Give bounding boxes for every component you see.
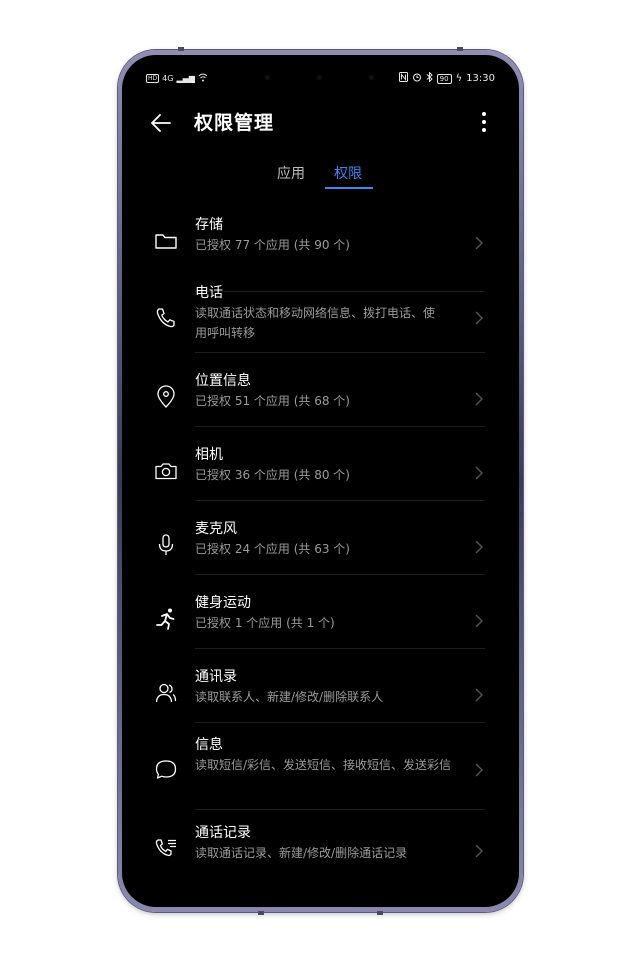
chevron-right-icon [474,235,484,251]
permission-description: 读取通话状态和移动网络信息、拨打电话、使用呼叫转移 [195,306,436,340]
permission-name: 通话记录 [195,825,251,841]
alarm-icon [412,72,422,85]
permission-description: 已授权 77 个应用 (共 90 个) [195,238,350,252]
tab-apps[interactable]: 应用 [277,163,305,185]
permission-row-microphone[interactable]: 麦克风 已授权 24 个应用 (共 63 个) [122,519,519,577]
permission-row-location[interactable]: 位置信息 已授权 51 个应用 (共 68 个) [122,371,519,429]
charging-icon: ϟ [455,73,463,84]
signal-icon: ▂▄▆ [176,74,195,83]
app-bar: 权限管理 [122,105,519,145]
status-bar: HD 4G ▂▄▆ 90 ϟ 13:30 [122,55,519,85]
divider [195,648,485,649]
message-bubble-icon [152,756,180,784]
contacts-icon [152,679,180,707]
folder-icon [152,227,180,255]
divider [195,426,485,427]
chevron-right-icon [474,687,484,703]
camera-icon [152,457,180,485]
permission-row-storage[interactable]: 存储 已授权 77 个应用 (共 90 个) [122,215,519,292]
permission-row-camera[interactable]: 相机 已授权 36 个应用 (共 80 个) [122,445,519,503]
wifi-icon [198,73,208,84]
chevron-right-icon [474,843,484,859]
divider [195,809,485,810]
permission-name: 麦克风 [195,521,237,537]
permission-name: 信息 [195,737,223,753]
chevron-right-icon [474,465,484,481]
tab-bar: 应用 权限 [122,163,519,193]
divider [195,574,485,575]
nfc-icon [398,72,408,85]
tab-indicator [325,187,373,189]
more-options-icon[interactable] [481,112,487,136]
permission-row-messages[interactable]: 信息 读取短信/彩信、发送短信、接收短信、发送彩信 [122,735,519,810]
page-title: 权限管理 [194,112,275,134]
permission-description: 已授权 51 个应用 (共 68 个) [195,394,350,408]
running-person-icon [152,605,180,633]
permission-row-call-log[interactable]: 通话记录 读取通话记录、新建/修改/删除通话记录 [122,823,519,881]
location-pin-icon [152,383,180,411]
permission-row-contacts[interactable]: 通讯录 读取联系人、新建/修改/删除联系人 [122,667,519,725]
permission-description: 读取短信/彩信、发送短信、接收短信、发送彩信 [195,758,452,772]
divider [195,722,485,723]
permission-description: 已授权 24 个应用 (共 63 个) [195,542,350,556]
back-arrow-icon[interactable] [150,105,172,153]
permission-row-fitness[interactable]: 健身运动 已授权 1 个应用 (共 1 个) [122,593,519,651]
permission-name: 位置信息 [195,373,251,389]
permission-description: 已授权 36 个应用 (共 80 个) [195,468,350,482]
permission-name: 相机 [195,447,223,463]
permission-name: 电话 [195,285,223,301]
chevron-right-icon [474,391,484,407]
status-time: 13:30 [466,73,495,84]
permission-name: 通讯录 [195,669,237,685]
permission-description: 已授权 1 个应用 (共 1 个) [195,616,335,630]
divider [195,352,485,353]
bluetooth-icon [426,71,433,85]
hd-badge: HD [146,74,160,83]
chevron-right-icon [474,762,484,778]
network-type: 4G [162,74,174,83]
permission-row-phone[interactable]: 电话 读取通话状态和移动网络信息、拨打电话、使用呼叫转移 [122,283,519,353]
chevron-right-icon [474,539,484,555]
chevron-right-icon [474,613,484,629]
chevron-right-icon [474,310,484,326]
permission-name: 存储 [195,217,223,233]
permission-description: 读取联系人、新建/修改/删除联系人 [195,690,384,704]
phone-icon [152,304,180,332]
permission-description: 读取通话记录、新建/修改/删除通话记录 [195,846,408,860]
permission-name: 健身运动 [195,595,251,611]
battery-icon: 90 [436,73,452,84]
divider [195,500,485,501]
microphone-icon [152,531,180,559]
call-log-icon [152,835,180,863]
screen: HD 4G ▂▄▆ 90 ϟ 13:30 权限管理 应用 权限 存储 已授权 7… [122,55,519,907]
tab-permissions[interactable]: 权限 [334,163,362,185]
